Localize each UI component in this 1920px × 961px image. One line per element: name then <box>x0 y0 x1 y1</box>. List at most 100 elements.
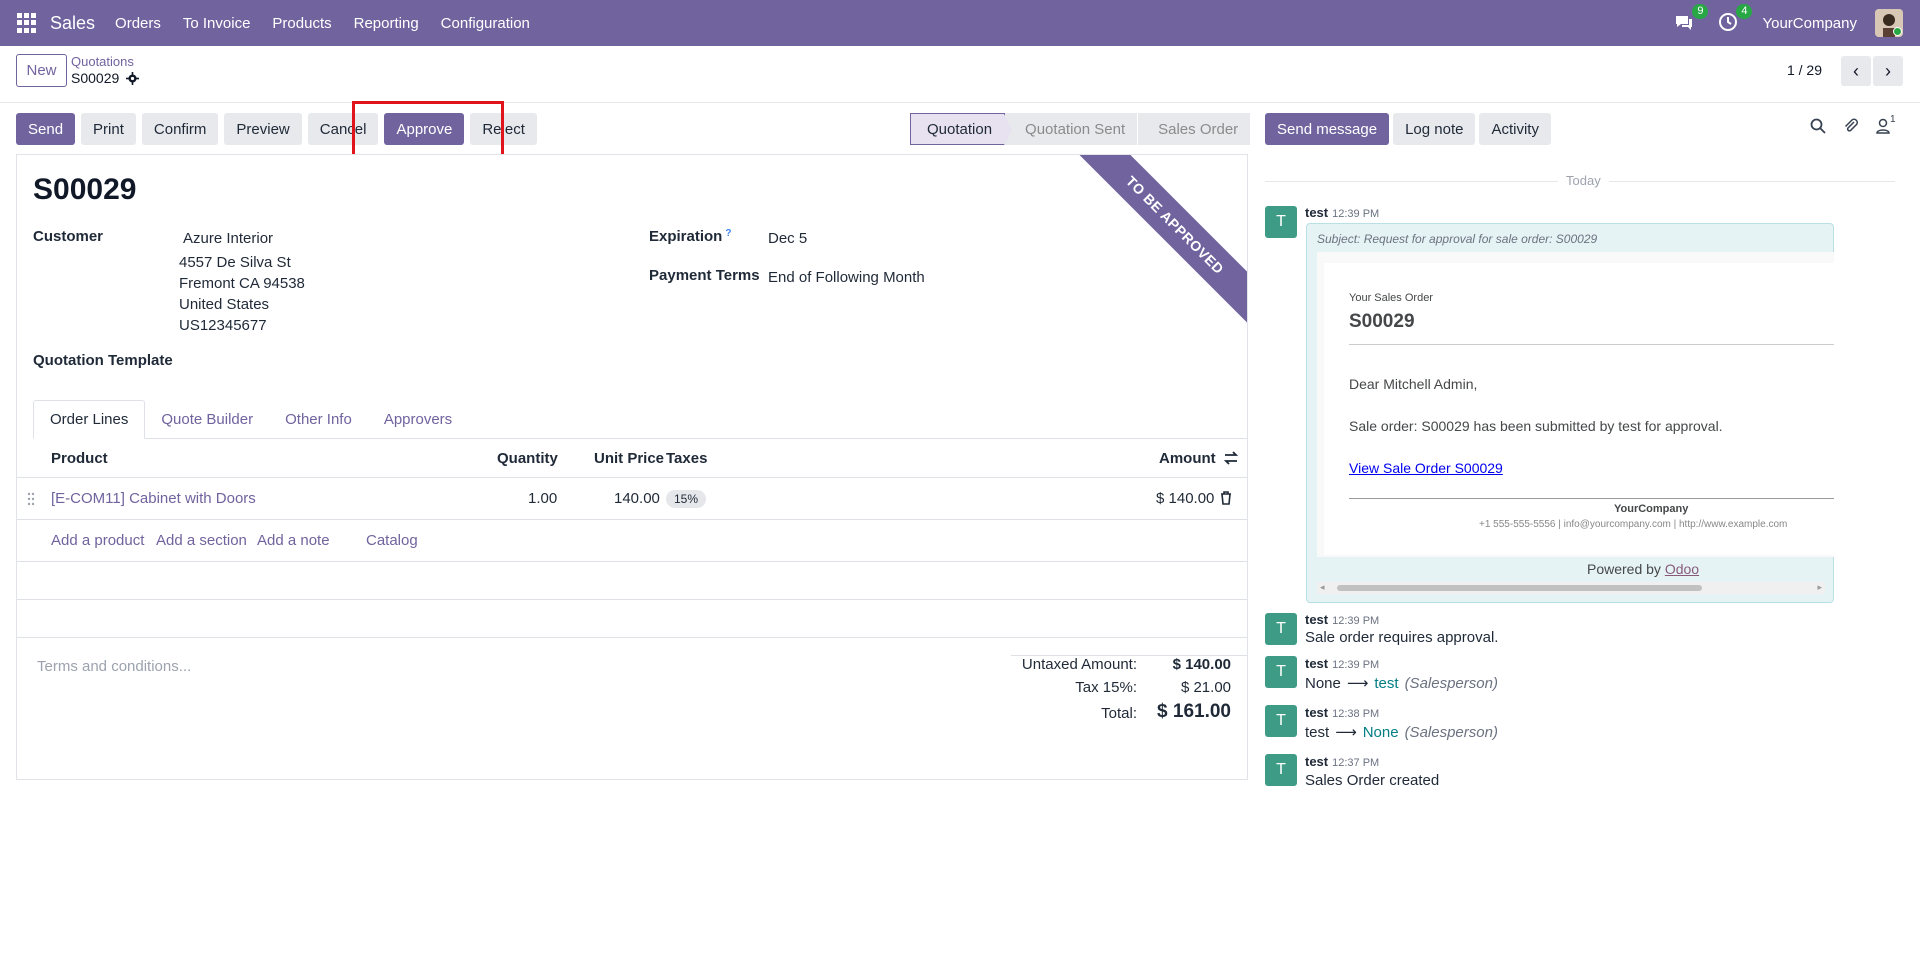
activity-button[interactable]: Activity <box>1479 113 1551 145</box>
payment-terms-field[interactable]: End of Following Month <box>768 269 925 286</box>
send-message-button[interactable]: Send message <box>1265 113 1390 145</box>
tracking-old-value: test <box>1305 724 1330 741</box>
message-author: test 12:39 PM <box>1305 656 1379 671</box>
menu-products[interactable]: Products <box>272 15 331 32</box>
log-note-button[interactable]: Log note <box>1393 113 1476 145</box>
tracking-change: None ⟶ test (Salesperson) <box>1305 674 1498 692</box>
stage-sales-order-label: Sales Order <box>1158 120 1239 138</box>
company-switcher[interactable]: YourCompany <box>1762 15 1857 32</box>
untaxed-label: Untaxed Amount: <box>1021 656 1137 673</box>
stage-quotation[interactable]: Quotation <box>910 113 1013 146</box>
scrollbar-thumb[interactable] <box>1337 585 1702 591</box>
tab-other-info[interactable]: Other Info <box>269 400 368 439</box>
new-button[interactable]: New <box>16 54 67 87</box>
add-product-link[interactable]: Add a product <box>51 532 144 549</box>
breadcrumb-quotations[interactable]: Quotations <box>71 54 134 69</box>
stage-sales-order[interactable]: Sales Order <box>1137 113 1251 145</box>
chevron-right-icon: › <box>1885 60 1891 81</box>
activities-clock-icon[interactable]: 4 <box>1718 4 1753 34</box>
message-body: Sales Order created <box>1305 772 1440 789</box>
avatar[interactable]: T <box>1265 754 1297 786</box>
stage-quotation-sent[interactable]: Quotation Sent <box>1005 113 1138 145</box>
line-amount: $ 140.00 <box>1156 490 1215 507</box>
menu-reporting[interactable]: Reporting <box>354 15 419 32</box>
date-separator-label: Today <box>1558 173 1609 188</box>
line-quantity[interactable]: 1.00 <box>528 490 557 507</box>
send-button[interactable]: Send <box>16 113 76 145</box>
record-name: S00029 <box>71 70 140 86</box>
scroll-left-icon[interactable]: ◂ <box>1320 582 1325 593</box>
add-note-link[interactable]: Add a note <box>257 532 330 549</box>
tab-approvers[interactable]: Approvers <box>368 400 468 439</box>
activities-badge: 4 <box>1736 4 1753 19</box>
column-unit-price[interactable]: Unit Price <box>594 450 664 467</box>
tax-badge: 15% <box>666 490 707 508</box>
paperclip-icon[interactable] <box>1843 118 1859 138</box>
status-ribbon: TO BE APPROVED <box>1070 155 1247 330</box>
column-amount[interactable]: Amount <box>1159 450 1216 467</box>
expiration-field[interactable]: Dec 5 <box>768 230 807 247</box>
tab-order-lines[interactable]: Order Lines <box>33 400 146 439</box>
line-unit-price[interactable]: 140.00 <box>614 490 660 507</box>
optional-columns-icon[interactable] <box>1223 451 1239 469</box>
avatar[interactable]: T <box>1265 206 1297 238</box>
avatar[interactable]: T <box>1265 656 1297 688</box>
line-tax-wrapper[interactable]: 15% <box>666 490 707 508</box>
column-taxes[interactable]: Taxes <box>666 450 707 467</box>
odoo-link[interactable]: Odoo <box>1665 561 1699 577</box>
followers-count: 1 <box>1890 114 1896 125</box>
email-subject: Subject: Request for approval for sale o… <box>1317 232 1598 246</box>
terms-field[interactable]: Terms and conditions... <box>37 658 191 675</box>
total-label: Total: <box>1101 705 1137 722</box>
arrow-right-icon: ⟶ <box>1335 724 1357 741</box>
horizontal-scrollbar[interactable]: ◂ ▸ <box>1317 582 1825 594</box>
apps-menu-icon[interactable] <box>17 13 37 33</box>
pager-next-button[interactable]: › <box>1873 56 1903 86</box>
total-value: $ 161.00 <box>1157 701 1231 722</box>
confirm-button[interactable]: Confirm <box>141 113 219 145</box>
column-product[interactable]: Product <box>51 450 108 467</box>
line-product[interactable]: [E-COM11] Cabinet with Doors <box>51 490 256 507</box>
arrow-right-icon: ⟶ <box>1346 675 1369 692</box>
followers-user-icon[interactable]: 1 <box>1876 114 1896 138</box>
view-order-link[interactable]: View Sale Order S00029 <box>1349 460 1503 476</box>
add-section-link[interactable]: Add a section <box>156 532 247 549</box>
app-name[interactable]: Sales <box>50 13 95 34</box>
menu-configuration[interactable]: Configuration <box>441 15 530 32</box>
form-sheet: TO BE APPROVED S00029 Customer Azure Int… <box>16 154 1248 780</box>
menu-orders[interactable]: Orders <box>115 15 161 32</box>
highlight-box <box>352 101 504 157</box>
pager-value[interactable]: 1 / 29 <box>1787 62 1822 78</box>
expiration-label-text: Expiration <box>649 228 723 245</box>
trash-icon[interactable] <box>1220 491 1232 509</box>
drag-handle-icon[interactable] <box>27 492 35 510</box>
user-avatar[interactable] <box>1875 9 1903 37</box>
catalog-link[interactable]: Catalog <box>366 532 418 549</box>
avatar[interactable]: T <box>1265 613 1297 645</box>
message-time: 12:39 PM <box>1332 615 1380 627</box>
tax-label: Tax 15%: <box>1075 679 1137 696</box>
message-author: test 12:39 PM <box>1305 205 1379 220</box>
help-icon[interactable]: ? <box>725 228 731 239</box>
messages-badge: 9 <box>1692 4 1709 19</box>
tracking-field-name: (Salesperson) <box>1404 724 1498 741</box>
gear-icon[interactable] <box>126 71 140 85</box>
empty-row <box>17 562 1247 600</box>
column-quantity[interactable]: Quantity <box>497 450 558 467</box>
menu-to-invoice[interactable]: To Invoice <box>183 15 251 32</box>
customer-field[interactable]: Azure Interior <box>183 230 273 247</box>
scroll-right-icon[interactable]: ▸ <box>1817 582 1822 593</box>
print-button[interactable]: Print <box>81 113 136 145</box>
search-icon[interactable] <box>1810 118 1826 138</box>
avatar[interactable]: T <box>1265 705 1297 737</box>
preview-button[interactable]: Preview <box>224 113 302 145</box>
pager-previous-button[interactable]: ‹ <box>1841 56 1871 86</box>
messages-icon[interactable]: 9 <box>1674 4 1709 34</box>
tab-quote-builder[interactable]: Quote Builder <box>145 400 269 439</box>
address-line: United States <box>179 296 270 313</box>
table-row[interactable]: [E-COM11] Cabinet with Doors 1.00 140.00… <box>17 479 1247 520</box>
chatter-buttons: Send message Log note Activity <box>1265 113 1551 145</box>
add-line-row: Add a product Add a section Add a note C… <box>17 521 1247 562</box>
tracking-new-value: test <box>1374 675 1399 692</box>
powered-by: Powered by Odoo <box>1587 561 1699 577</box>
